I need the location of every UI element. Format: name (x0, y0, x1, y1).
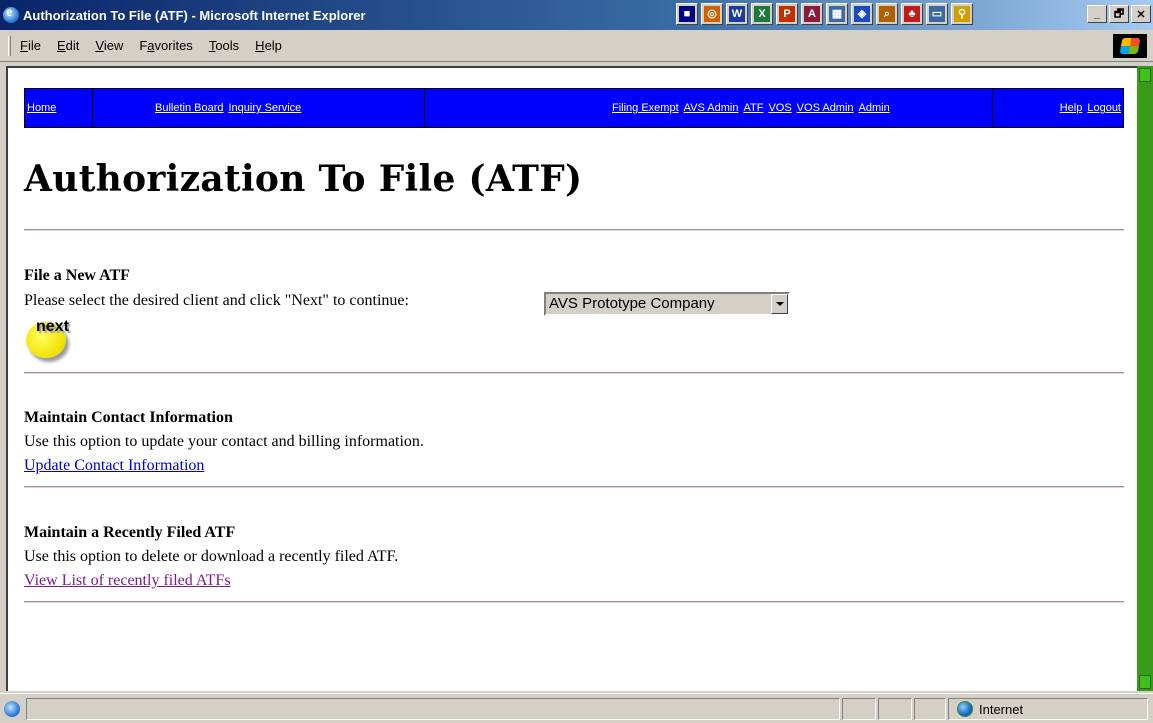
divider (24, 486, 1124, 488)
word-icon-glyph: W (729, 6, 745, 22)
nav-link-atf[interactable]: ATF (743, 102, 763, 114)
network-icon-glyph: ◈ (854, 6, 870, 22)
powerpoint-icon-glyph: P (779, 6, 795, 22)
menu-tools[interactable]: Tools (209, 38, 239, 53)
nav-cell-services: Bulletin Board Inquiry Service (93, 89, 425, 127)
nav-link-vos[interactable]: VOS (768, 102, 791, 114)
divider (24, 229, 1124, 231)
excel-icon-glyph: X (754, 6, 770, 22)
desktop-icon-glyph: ▭ (929, 6, 945, 22)
project-icon-glyph: ▦ (829, 6, 845, 22)
network-icon[interactable]: ◈ (851, 3, 873, 25)
next-button-label: next (36, 318, 69, 335)
find-icon-glyph: ⚲ (954, 6, 970, 22)
contact-description: Use this option to update your contact a… (24, 433, 424, 450)
page-title: Authorization To File (ATF) (24, 158, 583, 200)
status-pane (878, 698, 912, 720)
nav-link-admin[interactable]: Admin (859, 102, 890, 114)
recent-atf-list-link[interactable]: View List of recently filed ATFs (24, 572, 231, 590)
project-icon[interactable]: ▦ (826, 3, 848, 25)
page-viewport: Home Bulletin Board Inquiry Service Fili… (6, 66, 1137, 691)
task-icon-glyph: ■ (679, 6, 695, 22)
toolbar-grip[interactable] (8, 36, 11, 56)
minimize-button[interactable]: _ (1087, 5, 1107, 23)
nav-link-inquiry-service[interactable]: Inquiry Service (229, 102, 302, 114)
access-icon[interactable]: A (801, 3, 823, 25)
nav-link-logout[interactable]: Logout (1087, 102, 1121, 114)
menu-help[interactable]: Help (255, 38, 282, 53)
nav-cell-account: Help Logout (993, 89, 1123, 127)
nav-link-help[interactable]: Help (1060, 102, 1083, 114)
restore-button[interactable]: 🗗 (1109, 5, 1129, 23)
windows-logo-icon (1113, 34, 1147, 58)
nav-link-bulletin-board[interactable]: Bulletin Board (155, 102, 224, 114)
outlook-icon[interactable]: ◎ (701, 3, 723, 25)
recent-atf-description: Use this option to delete or download a … (24, 548, 399, 565)
task-icon[interactable]: ■ (676, 3, 698, 25)
security-zone[interactable]: Internet (948, 698, 1148, 720)
contact-heading: Maintain Contact Information (24, 409, 233, 426)
ie-app-icon[interactable] (3, 5, 19, 23)
next-button[interactable]: next (26, 318, 96, 358)
status-bar: Internet (0, 693, 1153, 723)
client-select-value: AVS Prototype Company (546, 294, 771, 314)
access-icon-glyph: A (804, 6, 820, 22)
update-contact-link[interactable]: Update Contact Information (24, 457, 204, 475)
status-progress-pane (842, 698, 876, 720)
nav-link-vos-admin[interactable]: VOS Admin (797, 102, 854, 114)
search-icon-glyph: ⌕ (879, 6, 895, 22)
divider (24, 372, 1124, 374)
outlook-icon-glyph: ◎ (704, 6, 720, 22)
scroll-up-icon[interactable] (1139, 68, 1151, 82)
nav-cell-home: Home (25, 89, 93, 127)
word-icon[interactable]: W (726, 3, 748, 25)
chevron-down-icon[interactable] (771, 294, 788, 314)
client-select[interactable]: AVS Prototype Company (544, 292, 790, 316)
menu-favorites[interactable]: Favorites (139, 38, 192, 53)
menu-file[interactable]: File (20, 38, 41, 53)
close-button[interactable]: ✕ (1131, 5, 1151, 23)
acrobat-icon-glyph: ♣ (904, 6, 920, 22)
vertical-scrollbar[interactable] (1137, 66, 1153, 691)
site-nav-bar: Home Bulletin Board Inquiry Service Fili… (24, 88, 1124, 128)
nav-link-avs-admin[interactable]: AVS Admin (684, 102, 739, 114)
status-text-pane (26, 698, 840, 720)
powerpoint-icon[interactable]: P (776, 3, 798, 25)
search-icon[interactable]: ⌕ (876, 3, 898, 25)
excel-icon[interactable]: X (751, 3, 773, 25)
status-pane (914, 698, 946, 720)
scroll-down-icon[interactable] (1139, 675, 1151, 689)
new-atf-instruction: Please select the desired client and cli… (24, 292, 409, 309)
find-icon[interactable]: ⚲ (951, 3, 973, 25)
recent-atf-heading: Maintain a Recently Filed ATF (24, 524, 236, 541)
menu-bar: File Edit View Favorites Tools Help (0, 30, 1153, 62)
nav-cell-admin: Filing Exempt AVS Admin ATF VOS VOS Admi… (425, 89, 993, 127)
window-controls: _ 🗗 ✕ (1087, 5, 1151, 23)
menu-edit[interactable]: Edit (57, 38, 79, 53)
new-atf-heading: File a New ATF (24, 267, 130, 284)
globe-icon (957, 701, 973, 717)
divider (24, 601, 1124, 603)
desktop-icon[interactable]: ▭ (926, 3, 948, 25)
page-status-icon (4, 701, 20, 717)
acrobat-icon[interactable]: ♣ (901, 3, 923, 25)
menu-view[interactable]: View (95, 38, 123, 53)
title-bar: Authorization To File (ATF) - Microsoft … (0, 0, 1153, 30)
nav-link-home[interactable]: Home (27, 102, 56, 114)
security-zone-label: Internet (979, 701, 1024, 717)
nav-link-filing-exempt[interactable]: Filing Exempt (612, 102, 679, 114)
window-title: Authorization To File (ATF) - Microsoft … (23, 7, 366, 23)
quick-launch-toolbar: ■ ◎ W X P A ▦ ◈ ⌕ ♣ ▭ ⚲ (676, 3, 973, 25)
